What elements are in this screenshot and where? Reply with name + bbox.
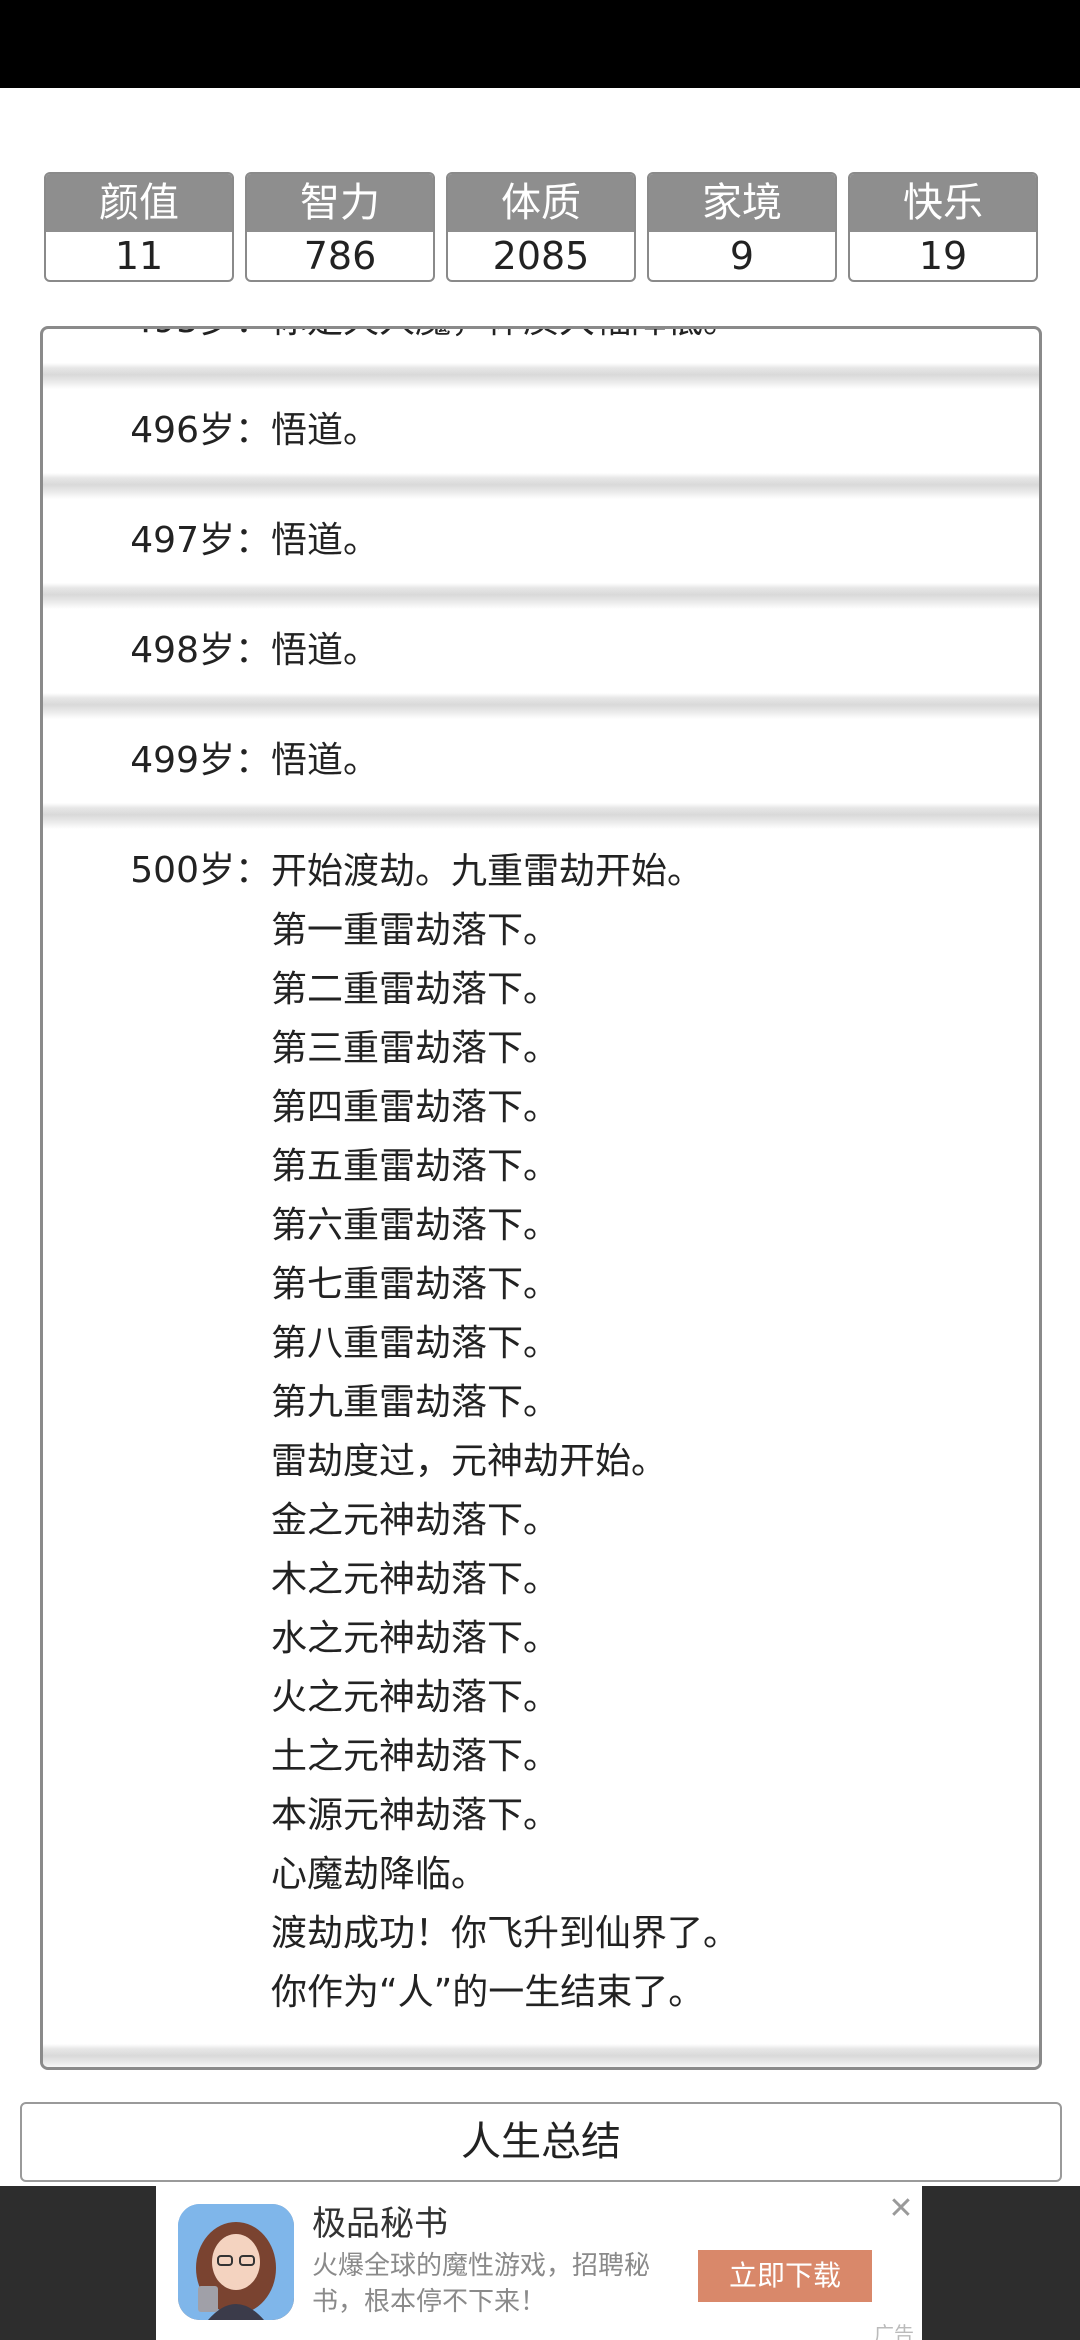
stat-label: 体质 [448,174,634,232]
log-line: 第八重雷劫落下。 [271,1323,560,1364]
stat-family: 家境 9 [647,172,837,282]
ad-title: 极品秘书 [312,2204,448,2244]
stat-value: 2085 [492,234,590,278]
life-summary-button[interactable]: 人生总结 [20,2102,1062,2182]
stat-value: 786 [303,234,377,278]
log-line: 本源元神劫落下。 [271,1795,560,1836]
log-age: 497岁： [130,520,271,561]
stat-appearance: 颜值 11 [44,172,234,282]
log-line: 悟道。 [271,410,380,451]
stat-label: 智力 [247,174,433,232]
log-line: 第五重雷劫落下。 [271,1146,560,1187]
log-entry: 500岁： 开始渡劫。九重雷劫开始。 第一重雷劫落下。 第二重雷劫落下。 第三重… [43,829,1039,2044]
ad-tag: 广告 [874,2322,914,2340]
log-entry-partial: 495岁： 你是天人魔，体质大幅降低。 [43,329,1039,363]
ad-download-button[interactable]: 立即下载 [698,2250,872,2302]
log-text: 悟道。 [271,631,379,671]
log-separator [43,583,1039,609]
stat-label: 颜值 [46,174,232,232]
log-text: 悟道。 [271,411,379,451]
log-separator [43,803,1039,829]
stat-happiness: 快乐 19 [848,172,1038,282]
log-line: 木之元神劫落下。 [271,1559,560,1600]
ad-description: 火爆全球的魔性游戏，招聘秘书，根本停不下来！ [312,2251,651,2317]
log-line: 悟道。 [271,740,380,781]
log-line: 第七重雷劫落下。 [271,1264,560,1305]
log-age: 500岁： [130,850,271,891]
log-line: 第四重雷劫落下。 [271,1087,560,1128]
log-text: 开始渡劫。九重雷劫开始。 第一重雷劫落下。 第二重雷劫落下。 第三重雷劫落下。 … [271,842,739,2022]
log-age: 499岁： [130,740,271,781]
log-line: 雷劫度过，元神劫开始。 [271,1441,668,1482]
stat-value: 19 [918,234,968,278]
log-separator [43,2044,1039,2067]
stat-label: 快乐 [850,174,1036,232]
log-age: 495岁： [43,329,271,341]
log-line: 心魔劫降临。 [271,1854,488,1895]
log-entry: 496岁： 悟道。 [43,389,1039,473]
close-icon[interactable]: ✕ [884,2192,918,2226]
stat-intelligence: 智力 786 [245,172,435,282]
log-line: 土之元神劫落下。 [271,1736,560,1777]
stat-label: 家境 [649,174,835,232]
log-line: 第二重雷劫落下。 [271,969,560,1010]
log-line: 悟道。 [271,520,380,561]
log-text: 悟道。 [271,521,379,561]
life-log[interactable]: 495岁： 你是天人魔，体质大幅降低。 496岁： 悟道。 497岁： 悟道。 … [40,326,1042,2070]
log-text: 悟道。 [271,741,379,781]
log-line: 第一重雷劫落下。 [271,910,560,951]
log-entry: 497岁： 悟道。 [43,499,1039,583]
stat-value: 9 [729,234,755,278]
log-line: 第三重雷劫落下。 [271,1028,560,1069]
ad-banner[interactable]: 极品秘书 火爆全球的魔性游戏，招聘秘书，根本停不下来！ 立即下载 ✕ 广告 [156,2186,922,2340]
stat-constitution: 体质 2085 [446,172,636,282]
stats-panel: 颜值 11 智力 786 体质 2085 家境 9 快乐 19 [44,172,1038,282]
stat-value: 11 [114,234,164,278]
log-line: 开始渡劫。九重雷劫开始。 [271,851,704,892]
log-age: 496岁： [130,410,271,451]
status-bar [0,0,1080,88]
log-line: 第六重雷劫落下。 [271,1205,560,1246]
log-line: 火之元神劫落下。 [271,1677,560,1718]
log-line: 水之元神劫落下。 [271,1618,560,1659]
log-separator [43,693,1039,719]
log-entry: 499岁： 悟道。 [43,719,1039,803]
log-line: 金之元神劫落下。 [271,1500,560,1541]
log-line: 你作为“人”的一生结束了。 [271,1972,705,2013]
log-text: 你是天人魔，体质大幅降低。 [271,329,739,341]
log-entry: 498岁： 悟道。 [43,609,1039,693]
life-log-scroll: 495岁： 你是天人魔，体质大幅降低。 496岁： 悟道。 497岁： 悟道。 … [43,329,1039,2067]
log-separator [43,363,1039,389]
log-line: 悟道。 [271,630,380,671]
log-age: 498岁： [130,630,271,671]
log-separator [43,473,1039,499]
log-line: 第九重雷劫落下。 [271,1382,560,1423]
log-line: 渡劫成功！你飞升到仙界了。 [271,1913,740,1954]
ad-app-icon[interactable] [178,2204,294,2320]
